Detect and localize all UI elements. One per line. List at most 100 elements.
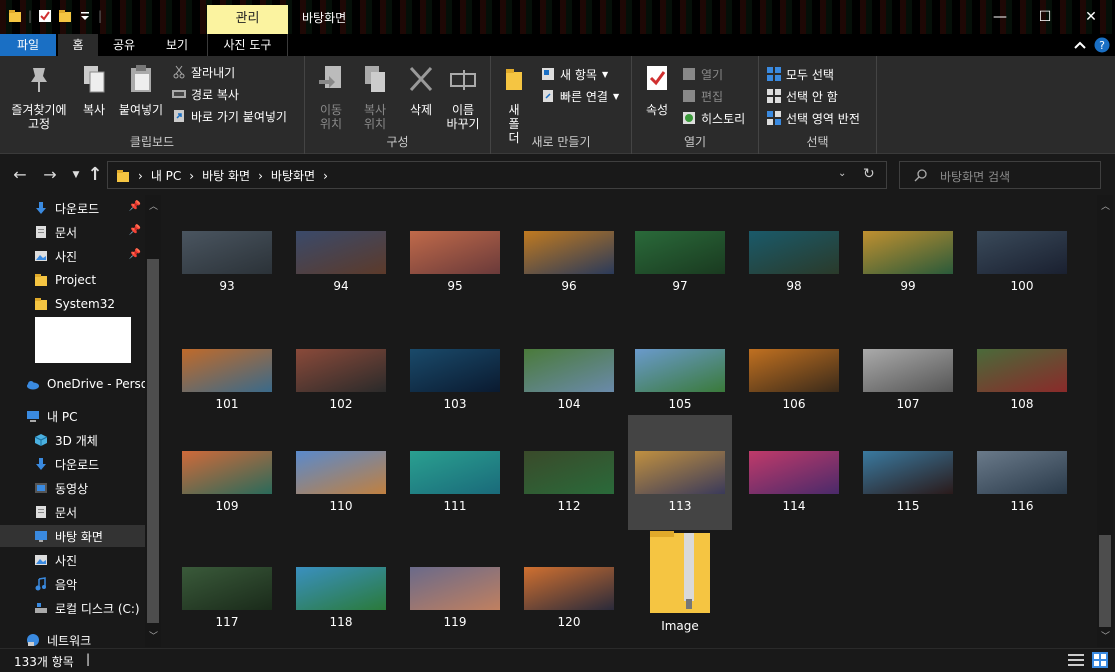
edit-button[interactable]: 편집 <box>682 86 723 106</box>
file-item[interactable]: 96 <box>517 195 621 310</box>
nav-item-documents[interactable]: 문서 <box>0 501 145 523</box>
paste-button[interactable]: 붙여넣기 <box>116 64 166 117</box>
file-item[interactable]: 115 <box>856 415 960 530</box>
file-item[interactable]: 111 <box>403 415 507 530</box>
nav-item-music[interactable]: 음악 <box>0 573 145 595</box>
move-to-button[interactable]: 이동 위치 <box>311 64 351 131</box>
file-item[interactable]: 112 <box>517 415 621 530</box>
details-view-icon[interactable] <box>1068 653 1084 667</box>
file-item[interactable]: 108 <box>970 313 1074 428</box>
scroll-down-icon[interactable]: ﹀ <box>149 629 158 642</box>
nav-item-pictures[interactable]: 사진 <box>0 549 145 571</box>
file-item[interactable]: Image <box>628 531 732 646</box>
easy-access-button[interactable]: 빠른 연결 ▼ <box>541 86 619 106</box>
properties-button[interactable]: 속성 <box>640 64 674 117</box>
nav-item-documents-pinned[interactable]: 문서 📌 <box>0 221 145 243</box>
collapse-ribbon-icon[interactable] <box>1074 40 1086 50</box>
nav-pane-scrollbar-thumb[interactable] <box>147 259 159 623</box>
recent-locations-button[interactable]: ▼ <box>66 165 86 185</box>
content-scrollbar[interactable]: ︿ ﹀ <box>1097 195 1113 647</box>
nav-item-onedrive[interactable]: OneDrive - Persor <box>0 373 145 395</box>
customize-dropdown-icon[interactable] <box>78 9 92 23</box>
file-item[interactable]: 106 <box>742 313 846 428</box>
select-all-button[interactable]: 모두 선택 <box>767 64 834 84</box>
search-box[interactable]: 바탕화면 검색 <box>899 161 1101 189</box>
scroll-down-icon[interactable]: ﹀ <box>1101 629 1110 642</box>
tab-home[interactable]: 홈 <box>58 34 98 56</box>
nav-item-downloads[interactable]: 다운로드 <box>0 453 145 475</box>
copy-to-button[interactable]: 복사 위치 <box>355 64 395 131</box>
file-item[interactable]: 100 <box>970 195 1074 310</box>
file-item[interactable]: 97 <box>628 195 732 310</box>
file-item[interactable]: 109 <box>175 415 279 530</box>
file-item[interactable]: 102 <box>289 313 393 428</box>
file-item[interactable]: 107 <box>856 313 960 428</box>
file-item[interactable]: 99 <box>856 195 960 310</box>
copy-button[interactable]: 복사 <box>78 64 110 117</box>
file-item[interactable]: 117 <box>175 531 279 646</box>
tab-picture-tools[interactable]: 사진 도구 <box>207 34 288 56</box>
file-item[interactable]: 114 <box>742 415 846 530</box>
file-item[interactable]: 119 <box>403 531 507 646</box>
file-item[interactable]: 113 <box>628 415 732 530</box>
nav-item-project[interactable]: Project <box>0 269 145 291</box>
up-button[interactable]: ↑ <box>85 165 105 185</box>
content-scrollbar-thumb[interactable] <box>1099 535 1111 627</box>
scroll-up-icon[interactable]: ︿ <box>1101 199 1110 212</box>
nav-item-this-pc[interactable]: 내 PC <box>0 405 145 427</box>
nav-item-downloads-pinned[interactable]: 다운로드 📌 <box>0 197 145 219</box>
file-item[interactable]: 93 <box>175 195 279 310</box>
scroll-up-icon[interactable]: ︿ <box>149 199 158 212</box>
rename-button[interactable]: 이름 바꾸기 <box>443 64 483 131</box>
nav-item-videos[interactable]: 동영상 <box>0 477 145 499</box>
forward-button[interactable]: → <box>40 165 60 185</box>
refresh-icon[interactable]: ↻ <box>863 166 875 182</box>
maximize-button[interactable]: ☐ <box>1022 0 1068 34</box>
help-icon[interactable]: ? <box>1094 37 1110 53</box>
nav-item-network[interactable]: 네트워크 <box>0 629 145 647</box>
delete-button[interactable]: 삭제 <box>403 64 439 117</box>
file-item[interactable]: 103 <box>403 313 507 428</box>
file-item[interactable]: 94 <box>289 195 393 310</box>
tab-view[interactable]: 보기 <box>157 34 197 56</box>
breadcrumb-current[interactable]: 바탕화면 <box>271 167 315 184</box>
tab-share[interactable]: 공유 <box>104 34 144 56</box>
close-button[interactable]: ✕ <box>1068 0 1114 34</box>
nav-item-3d-objects[interactable]: 3D 개체 <box>0 429 145 451</box>
invert-selection-button[interactable]: 선택 영역 반전 <box>767 108 860 128</box>
nav-pane-scrollbar[interactable]: ︿ ﹀ <box>145 195 161 647</box>
pin-to-quick-access-button[interactable]: 즐겨찾기에 고정 <box>6 64 72 131</box>
new-item-button[interactable]: 새 항목 ▼ <box>541 64 608 84</box>
back-button[interactable]: ← <box>10 165 30 185</box>
breadcrumb-my-pc[interactable]: 내 PC <box>151 167 181 184</box>
file-item[interactable]: 120 <box>517 531 621 646</box>
file-item[interactable]: 98 <box>742 195 846 310</box>
nav-item-system32[interactable]: System32 <box>0 293 145 315</box>
large-icons-view-icon[interactable] <box>1092 652 1108 668</box>
file-item[interactable]: 95 <box>403 195 507 310</box>
file-item[interactable]: 101 <box>175 313 279 428</box>
paste-shortcut-button[interactable]: 바로 가기 붙여넣기 <box>172 106 287 126</box>
file-name: 113 <box>668 499 692 513</box>
select-none-button[interactable]: 선택 안 함 <box>767 86 838 106</box>
nav-item-desktop[interactable]: 바탕 화면 <box>0 525 145 547</box>
new-folder-icon[interactable] <box>58 9 72 23</box>
file-item[interactable]: 116 <box>970 415 1074 530</box>
cut-button[interactable]: 잘라내기 <box>172 62 235 82</box>
file-item[interactable]: 118 <box>289 531 393 646</box>
copy-path-button[interactable]: 경로 복사 <box>172 84 239 104</box>
nav-item-local-disk[interactable]: 로컬 디스크 (C:) <box>0 597 145 619</box>
tab-file[interactable]: 파일 <box>0 34 56 56</box>
nav-item-pictures-pinned[interactable]: 사진 📌 <box>0 245 145 267</box>
breadcrumb-desktop[interactable]: 바탕 화면 <box>202 167 250 184</box>
context-tab-manage[interactable]: 관리 <box>207 5 288 34</box>
file-item[interactable]: 105 <box>628 313 732 428</box>
file-item[interactable]: 104 <box>517 313 621 428</box>
history-button[interactable]: 히스토리 <box>682 108 745 128</box>
address-dropdown-icon[interactable]: ⌄ <box>838 168 846 179</box>
properties-icon[interactable] <box>38 9 52 23</box>
file-item[interactable]: 110 <box>289 415 393 530</box>
minimize-button[interactable]: — <box>977 0 1023 34</box>
open-button[interactable]: 열기 <box>682 64 723 84</box>
address-bar[interactable]: › 내 PC › 바탕 화면 › 바탕화면 › ⌄ ↻ <box>107 161 887 189</box>
